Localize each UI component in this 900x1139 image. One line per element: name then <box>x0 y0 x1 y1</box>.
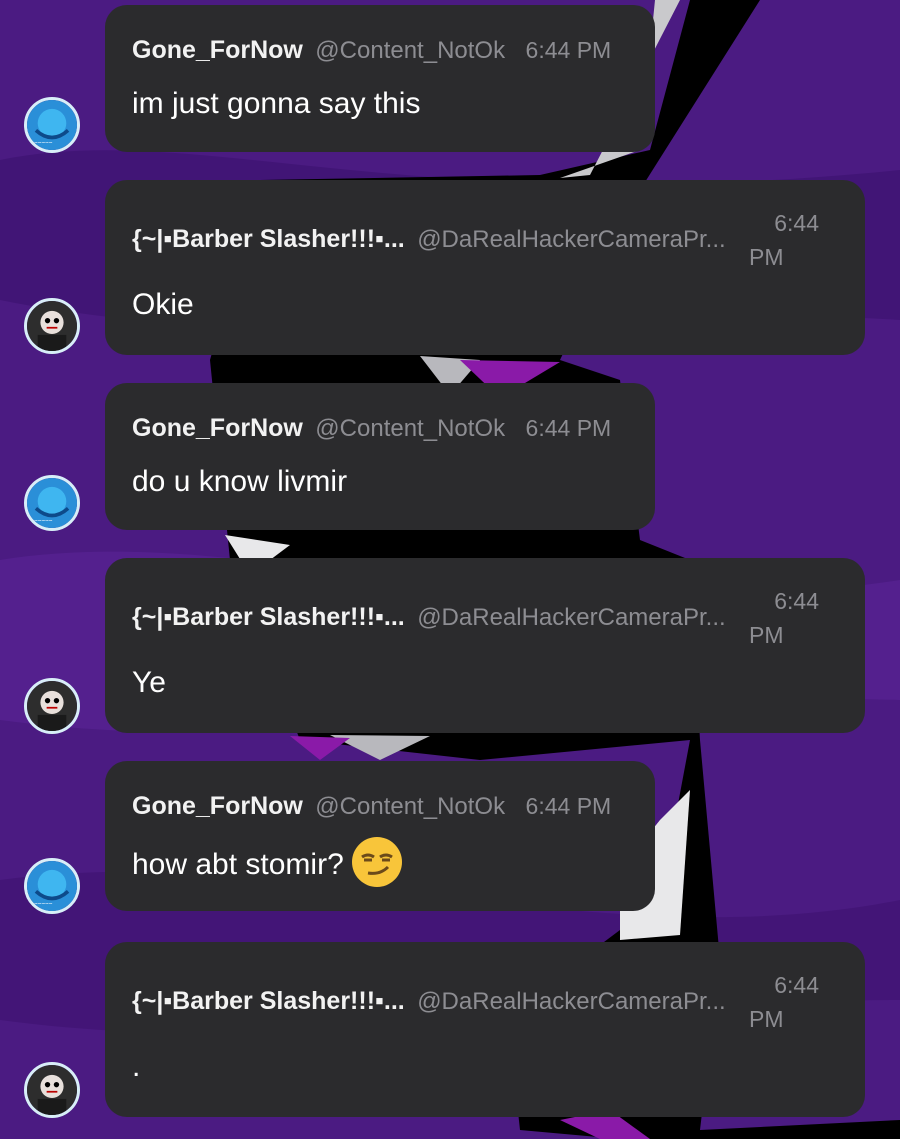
timestamp-time: 6:44 <box>774 972 819 998</box>
username[interactable]: {~|▪Barber Slasher!!!▪... <box>132 987 405 1015</box>
timestamp: 6:44 PM <box>749 968 819 1036</box>
message-text: . <box>132 1050 141 1083</box>
message-bubble: {~|▪Barber Slasher!!!▪... @DaRealHackerC… <box>105 942 865 1117</box>
avatar[interactable] <box>24 1062 80 1118</box>
message-header: {~|▪Barber Slasher!!!▪... @DaRealHackerC… <box>132 987 726 1016</box>
user-handle: @DaRealHackerCameraPr... <box>417 988 726 1015</box>
message: {~|▪Barber Slasher!!!▪... @DaRealHackerC… <box>0 0 900 1139</box>
timestamp-ampm: PM <box>749 1006 784 1032</box>
